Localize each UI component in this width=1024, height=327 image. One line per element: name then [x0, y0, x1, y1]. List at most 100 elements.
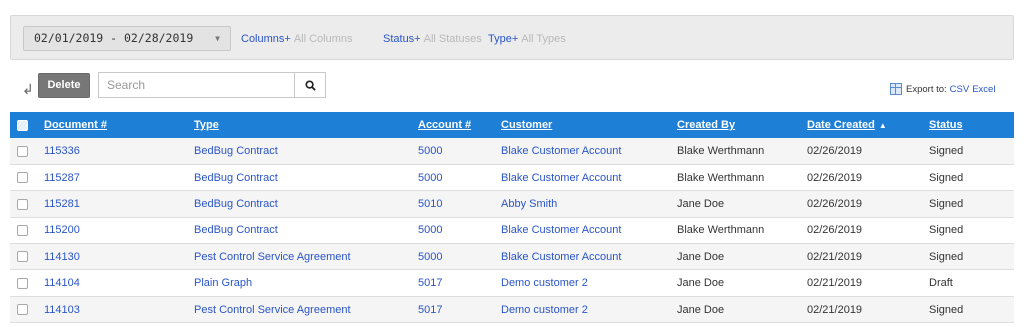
status-filter-label: Status+ [383, 33, 421, 45]
cell-account[interactable]: 5000 [418, 138, 501, 164]
table-header-row: Document # Type Account # Customer Creat… [10, 112, 1014, 138]
row-checkbox-cell [10, 191, 44, 217]
cell-status: Signed [929, 303, 964, 316]
search-icon [304, 79, 316, 91]
column-header-date-created-label: Date Created [807, 119, 875, 131]
cell-status: Signed [929, 171, 964, 184]
cell-account[interactable]: 5017 [418, 296, 501, 322]
cell-customer[interactable]: Blake Customer Account [501, 217, 677, 243]
table-row: 115200 BedBug Contract 5000 Blake Customer … [10, 217, 1014, 244]
cell-account[interactable]: 5000 [418, 164, 501, 190]
cell-account[interactable]: 5000 [418, 217, 501, 243]
export-csv-link[interactable]: CSV [950, 84, 970, 95]
row-checkbox-cell [10, 244, 44, 270]
cell-status: Signed [929, 197, 964, 210]
cell-created-by: Blake Werthmann [677, 171, 765, 184]
cell-type[interactable]: Pest Control Service Agreement [194, 244, 418, 270]
row-checkbox[interactable] [17, 145, 28, 157]
delete-button[interactable]: Delete [38, 73, 90, 98]
cell-created-by: Jane Doe [677, 197, 725, 210]
cell-created-by: Jane Doe [677, 277, 725, 290]
search-button[interactable] [294, 72, 326, 98]
cell-status: Signed [929, 144, 964, 157]
cell-date-created: 02/21/2019 [807, 250, 863, 263]
row-checkbox[interactable] [17, 172, 28, 184]
row-checkbox[interactable] [17, 251, 28, 263]
date-range-picker[interactable]: 02/01/2019 - 02/28/2019 ▼ [23, 26, 231, 51]
select-all-checkbox[interactable] [17, 119, 28, 131]
cell-type[interactable]: Pest Control Service Agreement [194, 296, 418, 322]
table-row: 115287 BedBug Contract 5000 Blake Customer … [10, 164, 1014, 191]
type-filter-label: Type+ [488, 33, 519, 45]
column-header-status[interactable]: Status [929, 112, 1014, 138]
column-header-document[interactable]: Document # [44, 112, 194, 138]
cell-document[interactable]: 115336 [44, 138, 194, 164]
cell-type[interactable]: BedBug Contract [194, 191, 418, 217]
cell-customer[interactable]: Blake Customer Account [501, 138, 677, 164]
table-row: 114130 Pest Control Service Agreement 5000… [10, 243, 1014, 270]
export-label: Export to: [906, 83, 947, 95]
row-checkbox-cell [10, 217, 44, 243]
export-bar: Export to: CSV Excel [890, 83, 995, 95]
cell-document[interactable]: 114130 [44, 244, 194, 270]
cell-date-created: 02/26/2019 [807, 224, 863, 237]
spreadsheet-icon [890, 83, 902, 95]
cell-type[interactable]: BedBug Contract [194, 138, 418, 164]
columns-filter-label: Columns+ [241, 33, 291, 45]
cell-customer[interactable]: Demo customer 2 [501, 270, 677, 296]
cell-type[interactable]: BedBug Contract [194, 217, 418, 243]
documents-table: Document # Type Account # Customer Creat… [10, 112, 1014, 323]
cell-date-created: 02/26/2019 [807, 197, 863, 210]
cell-document[interactable]: 115200 [44, 217, 194, 243]
cell-date-created: 02/26/2019 [807, 171, 863, 184]
column-header-created-by[interactable]: Created By [677, 112, 807, 138]
row-checkbox[interactable] [17, 224, 28, 236]
row-checkbox-cell [10, 138, 44, 164]
cell-status: Signed [929, 250, 964, 263]
bulk-action-arrow-icon: ↲ [22, 81, 34, 97]
table-row: 114104 Plain Graph 5017 Demo customer 2 Jane… [10, 269, 1014, 297]
cell-status: Signed [929, 224, 964, 237]
row-checkbox-cell [10, 164, 44, 190]
cell-status: Draft [929, 277, 953, 290]
cell-customer[interactable]: Abby Smith [501, 191, 677, 217]
search-input[interactable] [98, 72, 294, 98]
cell-date-created: 02/21/2019 [807, 277, 863, 290]
row-checkbox-cell [10, 270, 44, 296]
cell-type[interactable]: Plain Graph [194, 270, 418, 296]
cell-customer[interactable]: Demo customer 2 [501, 296, 677, 322]
cell-created-by: Blake Werthmann [677, 144, 765, 157]
type-filter[interactable]: Type+ All Types [488, 33, 566, 45]
cell-document[interactable]: 114104 [44, 270, 194, 296]
cell-created-by: Jane Doe [677, 303, 725, 316]
cell-date-created: 02/21/2019 [807, 303, 863, 316]
cell-created-by: Blake Werthmann [677, 224, 765, 237]
row-checkbox[interactable] [17, 277, 28, 289]
filter-bar: 02/01/2019 - 02/28/2019 ▼ Columns+ All Co… [10, 15, 1014, 60]
cell-document[interactable]: 115287 [44, 164, 194, 190]
column-header-customer[interactable]: Customer [501, 112, 677, 138]
row-checkbox[interactable] [17, 304, 28, 316]
cell-account[interactable]: 5010 [418, 191, 501, 217]
cell-type[interactable]: BedBug Contract [194, 164, 418, 190]
chevron-down-icon: ▼ [215, 34, 220, 43]
cell-customer[interactable]: Blake Customer Account [501, 244, 677, 270]
type-filter-value: All Types [521, 33, 566, 45]
cell-document[interactable]: 115281 [44, 191, 194, 217]
cell-customer[interactable]: Blake Customer Account [501, 164, 677, 190]
column-header-account[interactable]: Account # [418, 112, 501, 138]
table-row: 115336 BedBug Contract 5000 Blake Customer … [10, 138, 1014, 165]
cell-account[interactable]: 5017 [418, 270, 501, 296]
cell-document[interactable]: 114103 [44, 296, 194, 322]
export-excel-link[interactable]: Excel [972, 84, 995, 95]
cell-date-created: 02/26/2019 [807, 144, 863, 157]
status-filter[interactable]: Status+ All Statuses [383, 33, 482, 45]
cell-created-by: Jane Doe [677, 250, 725, 263]
column-header-type[interactable]: Type [194, 112, 418, 138]
columns-filter[interactable]: Columns+ All Columns [241, 33, 353, 45]
table-row: 115281 BedBug Contract 5010 Abby Smith Jane … [10, 190, 1014, 218]
column-header-date-created[interactable]: Date Created ▲ [807, 112, 929, 138]
cell-account[interactable]: 5000 [418, 244, 501, 270]
row-checkbox[interactable] [17, 198, 28, 210]
date-range-value: 02/01/2019 - 02/28/2019 [34, 31, 194, 45]
